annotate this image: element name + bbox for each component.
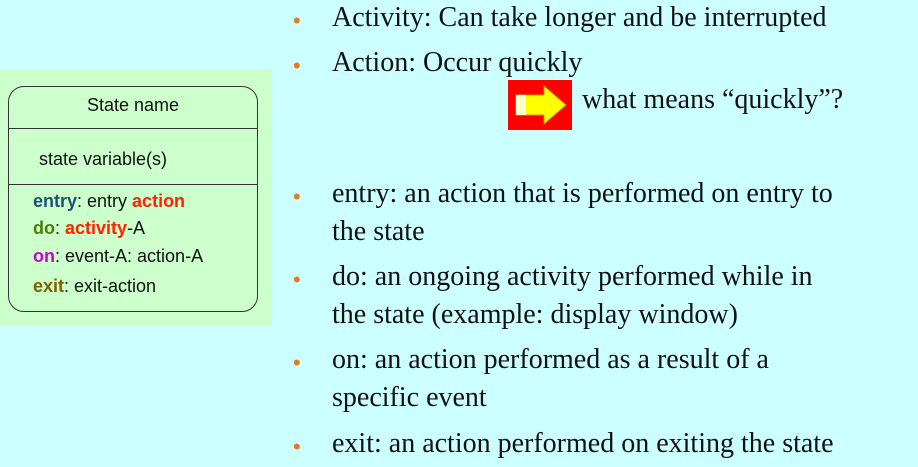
bullet-text: do: an ongoing activity performed while … — [332, 261, 813, 292]
question-text: what means “quickly”? — [582, 84, 844, 115]
entry-action: action — [132, 191, 186, 211]
bullet-marker: • — [293, 184, 301, 209]
entry-row: entry: entry action — [33, 191, 185, 212]
divider — [9, 184, 257, 185]
do-row: do: activity-A — [33, 218, 145, 239]
bullet-text: entry: an action that is performed on en… — [332, 178, 833, 209]
bullet-text-continued: the state (example: display window) — [332, 299, 738, 330]
exit-row: exit: exit-action — [33, 276, 156, 297]
do-separator: : — [55, 218, 66, 238]
do-activity: activity — [65, 218, 128, 238]
bullet-marker: • — [293, 350, 301, 375]
do-suffix: -A — [127, 218, 146, 238]
exit-text: : exit-action — [64, 276, 157, 296]
state-name: State name — [86, 95, 180, 115]
bullet-text: Action: Occur quickly — [332, 47, 583, 78]
entry-keyword: entry — [33, 191, 78, 211]
state-variables: state variable(s) — [39, 149, 168, 169]
state-diagram: State name state variable(s) entry: entr… — [8, 86, 258, 312]
entry-separator: : entry — [77, 191, 133, 211]
divider — [9, 128, 257, 129]
do-keyword: do — [33, 218, 55, 238]
bullet-marker: • — [293, 8, 301, 33]
on-keyword: on — [33, 246, 55, 266]
bullet-text: on: an action performed as a result of a — [332, 344, 769, 375]
on-text: : event-A: action-A — [55, 246, 204, 266]
bullet-text: exit: an action performed on exiting the… — [332, 428, 834, 459]
bullet-marker: • — [293, 434, 301, 459]
right-arrow-icon — [508, 80, 572, 130]
bullet-marker: • — [293, 267, 301, 292]
bullet-marker: • — [293, 53, 301, 78]
on-row: on: event-A: action-A — [33, 246, 203, 267]
bullet-text-continued: the state — [332, 216, 425, 247]
bullet-text: Activity: Can take longer and be interru… — [332, 2, 827, 33]
exit-keyword: exit — [33, 276, 65, 296]
bullet-text-continued: specific event — [332, 382, 487, 413]
